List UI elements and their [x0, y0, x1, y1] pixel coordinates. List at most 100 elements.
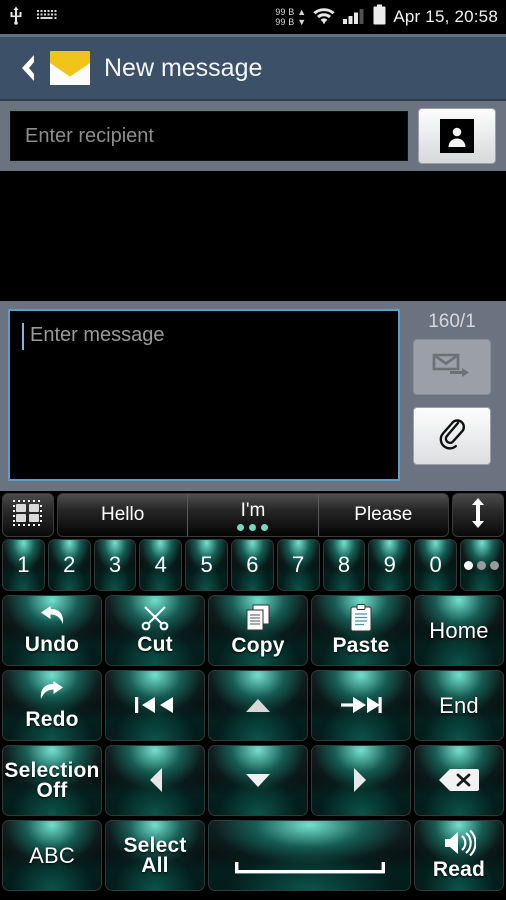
key-label: Paste: [332, 633, 390, 657]
contact-picker-button[interactable]: [418, 108, 496, 164]
key-backspace[interactable]: [414, 745, 504, 816]
traffic-up-label: 99 B ▲: [275, 7, 307, 17]
key-7[interactable]: 7: [276, 539, 320, 591]
key-0[interactable]: 0: [414, 539, 457, 591]
keyboard-grid-button[interactable]: [2, 493, 54, 537]
key-label: Read: [432, 857, 486, 881]
key-6[interactable]: 6: [230, 539, 274, 591]
key-arrow-right[interactable]: [311, 745, 411, 816]
message-placeholder: Enter message: [30, 324, 165, 346]
key-home[interactable]: Home: [414, 595, 504, 666]
key-arrow-down[interactable]: [208, 745, 308, 816]
key-undo[interactable]: Undo: [2, 595, 102, 666]
key-label: 2: [63, 552, 76, 577]
key-cut[interactable]: Cut: [105, 595, 205, 666]
key-label: 6: [246, 552, 259, 577]
status-bar-right-icons: 99 B ▲ 99 B ▼ Apr 15, 20:58: [275, 4, 498, 31]
battery-icon: [372, 4, 387, 31]
key-select-all[interactable]: Select All: [105, 820, 205, 891]
contact-person-icon: [440, 119, 474, 153]
character-counter: 160/1: [428, 311, 476, 332]
suggestion-strip: Hello I'm Please: [57, 493, 449, 537]
keyboard: Hello I'm Please 1 2 3 4 5 6 7 8 9 0 Und…: [0, 491, 506, 893]
key-end[interactable]: End: [414, 670, 504, 741]
key-space[interactable]: [208, 820, 411, 891]
key-more-symbols[interactable]: [459, 539, 504, 591]
key-arrow-left[interactable]: [105, 745, 205, 816]
skip-backward-icon: [133, 694, 177, 716]
suggestion-item[interactable]: Hello: [58, 494, 187, 536]
key-5[interactable]: 5: [185, 539, 228, 591]
key-label: Undo: [24, 632, 80, 656]
keyboard-row-4: ABC Select All Read: [0, 818, 506, 893]
key-3[interactable]: 3: [93, 539, 137, 591]
wifi-icon: [312, 5, 336, 30]
send-message-icon: [432, 351, 472, 384]
key-label: 7: [292, 552, 305, 577]
message-input[interactable]: Enter message: [8, 309, 400, 481]
keyboard-row-2: Redo End: [0, 668, 506, 743]
key-label: 3: [108, 552, 122, 577]
skip-forward-icon: [339, 694, 383, 716]
key-paste[interactable]: Paste: [311, 595, 411, 666]
redo-arrow-icon: [37, 680, 67, 706]
keyboard-icon: [36, 8, 58, 27]
suggestion-more-dots-icon: [237, 523, 269, 531]
recipient-input[interactable]: Enter recipient: [10, 111, 408, 161]
suggestion-item[interactable]: Please: [317, 494, 448, 536]
key-arrow-up[interactable]: [208, 670, 308, 741]
spacebar-icon: [234, 858, 385, 874]
suggestion-label: Please: [354, 504, 413, 525]
suggestion-item[interactable]: I'm: [187, 494, 317, 536]
key-label: ABC: [29, 842, 75, 868]
compose-actions: 160/1: [408, 309, 496, 481]
scissors-icon: [139, 605, 171, 631]
arrow-left-icon: [145, 765, 165, 795]
recipient-row: Enter recipient: [0, 101, 506, 171]
phone-screen: 99 B ▲ 99 B ▼ Apr 15, 20:58 New message …: [0, 0, 506, 900]
action-bar: New message: [0, 37, 506, 101]
key-label: End: [439, 692, 479, 718]
attach-button[interactable]: [413, 407, 491, 465]
suggestion-label: Hello: [101, 504, 145, 525]
key-label: 1: [17, 552, 30, 577]
key-skip-backward[interactable]: [105, 670, 205, 741]
clipboard-icon: [349, 603, 373, 632]
key-label: Home: [429, 617, 489, 643]
keyboard-resize-button[interactable]: [452, 493, 504, 537]
key-copy[interactable]: Copy: [208, 595, 308, 666]
key-selection-toggle[interactable]: Selection Off: [2, 745, 102, 816]
key-4[interactable]: 4: [139, 539, 183, 591]
backspace-icon: [437, 767, 481, 793]
key-abc-mode[interactable]: ABC: [2, 820, 102, 891]
traffic-down-label: 99 B ▼: [275, 17, 307, 27]
arrow-down-icon: [243, 770, 273, 790]
key-label: 4: [154, 552, 167, 577]
key-label: 0: [429, 552, 442, 577]
more-symbols-icon: [464, 560, 500, 570]
back-chevron-icon[interactable]: [12, 53, 42, 83]
arrow-right-icon: [351, 765, 371, 795]
signal-icon: [342, 5, 366, 30]
conversation-list: [0, 171, 506, 301]
send-button[interactable]: [413, 339, 491, 395]
key-label: 8: [337, 552, 351, 577]
text-caret: [22, 323, 24, 350]
key-label: 9: [383, 552, 396, 577]
key-redo[interactable]: Redo: [2, 670, 102, 741]
network-traffic-indicator: 99 B ▲ 99 B ▼: [275, 7, 306, 27]
keyboard-number-row: 1 2 3 4 5 6 7 8 9 0: [0, 537, 506, 593]
key-9[interactable]: 9: [368, 539, 412, 591]
status-bar-left-icons: [8, 5, 58, 30]
key-read-aloud[interactable]: Read: [414, 820, 504, 891]
key-8[interactable]: 8: [322, 539, 366, 591]
resize-vertical-icon: [468, 497, 488, 534]
key-label: Copy: [231, 633, 285, 657]
key-skip-forward[interactable]: [311, 670, 411, 741]
keyboard-grid-icon: [11, 498, 45, 533]
key-label: Cut: [137, 632, 173, 656]
key-1[interactable]: 1: [2, 539, 45, 591]
status-bar: 99 B ▲ 99 B ▼ Apr 15, 20:58: [0, 0, 506, 34]
usb-icon: [8, 5, 24, 30]
key-2[interactable]: 2: [47, 539, 91, 591]
